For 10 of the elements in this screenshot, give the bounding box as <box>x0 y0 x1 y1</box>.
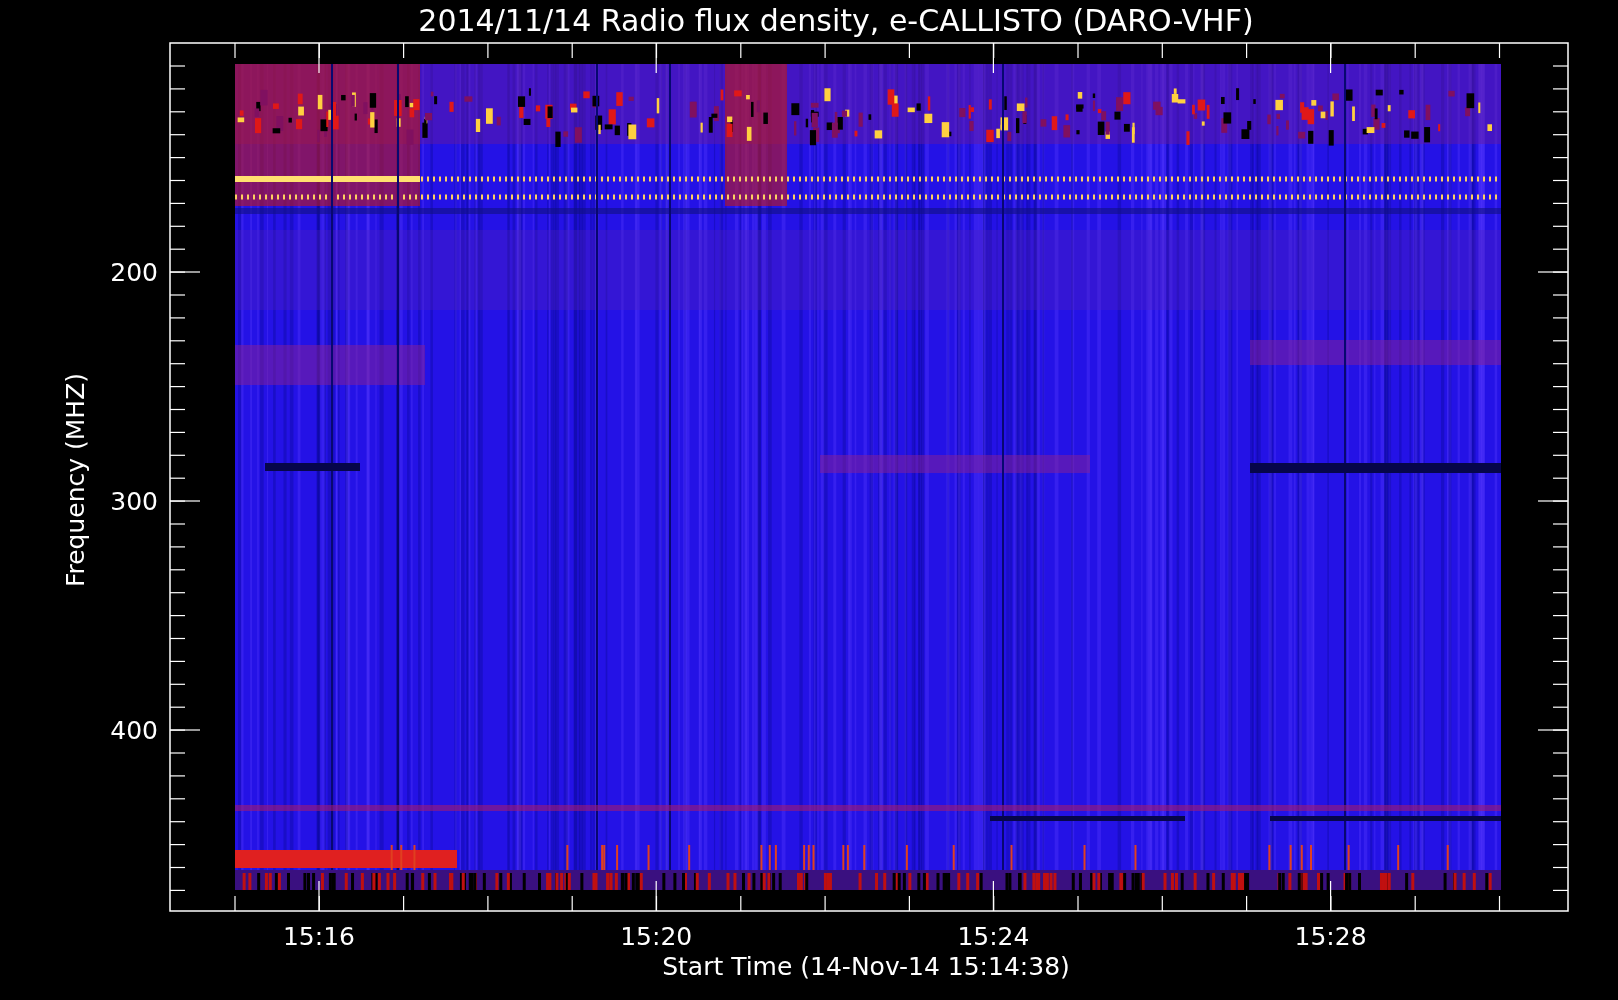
x-tick-label: 15:28 <box>1294 922 1367 951</box>
x-tick-label: 15:16 <box>283 922 355 951</box>
y-tick-label: 300 <box>110 487 158 516</box>
x-tick-label: 15:20 <box>620 922 693 951</box>
chart-title: 2014/11/14 Radio flux density, e-CALLISTO (DARO-VHF) <box>418 3 1254 38</box>
x-tick-label: 15:24 <box>957 922 1030 951</box>
y-tick-label: 400 <box>110 716 158 745</box>
x-axis-label: Start Time (14-Nov-14 15:14:38) <box>662 952 1070 981</box>
y-axis-label: Frequency (MHZ) <box>61 372 90 588</box>
y-tick-label: 200 <box>110 258 158 287</box>
